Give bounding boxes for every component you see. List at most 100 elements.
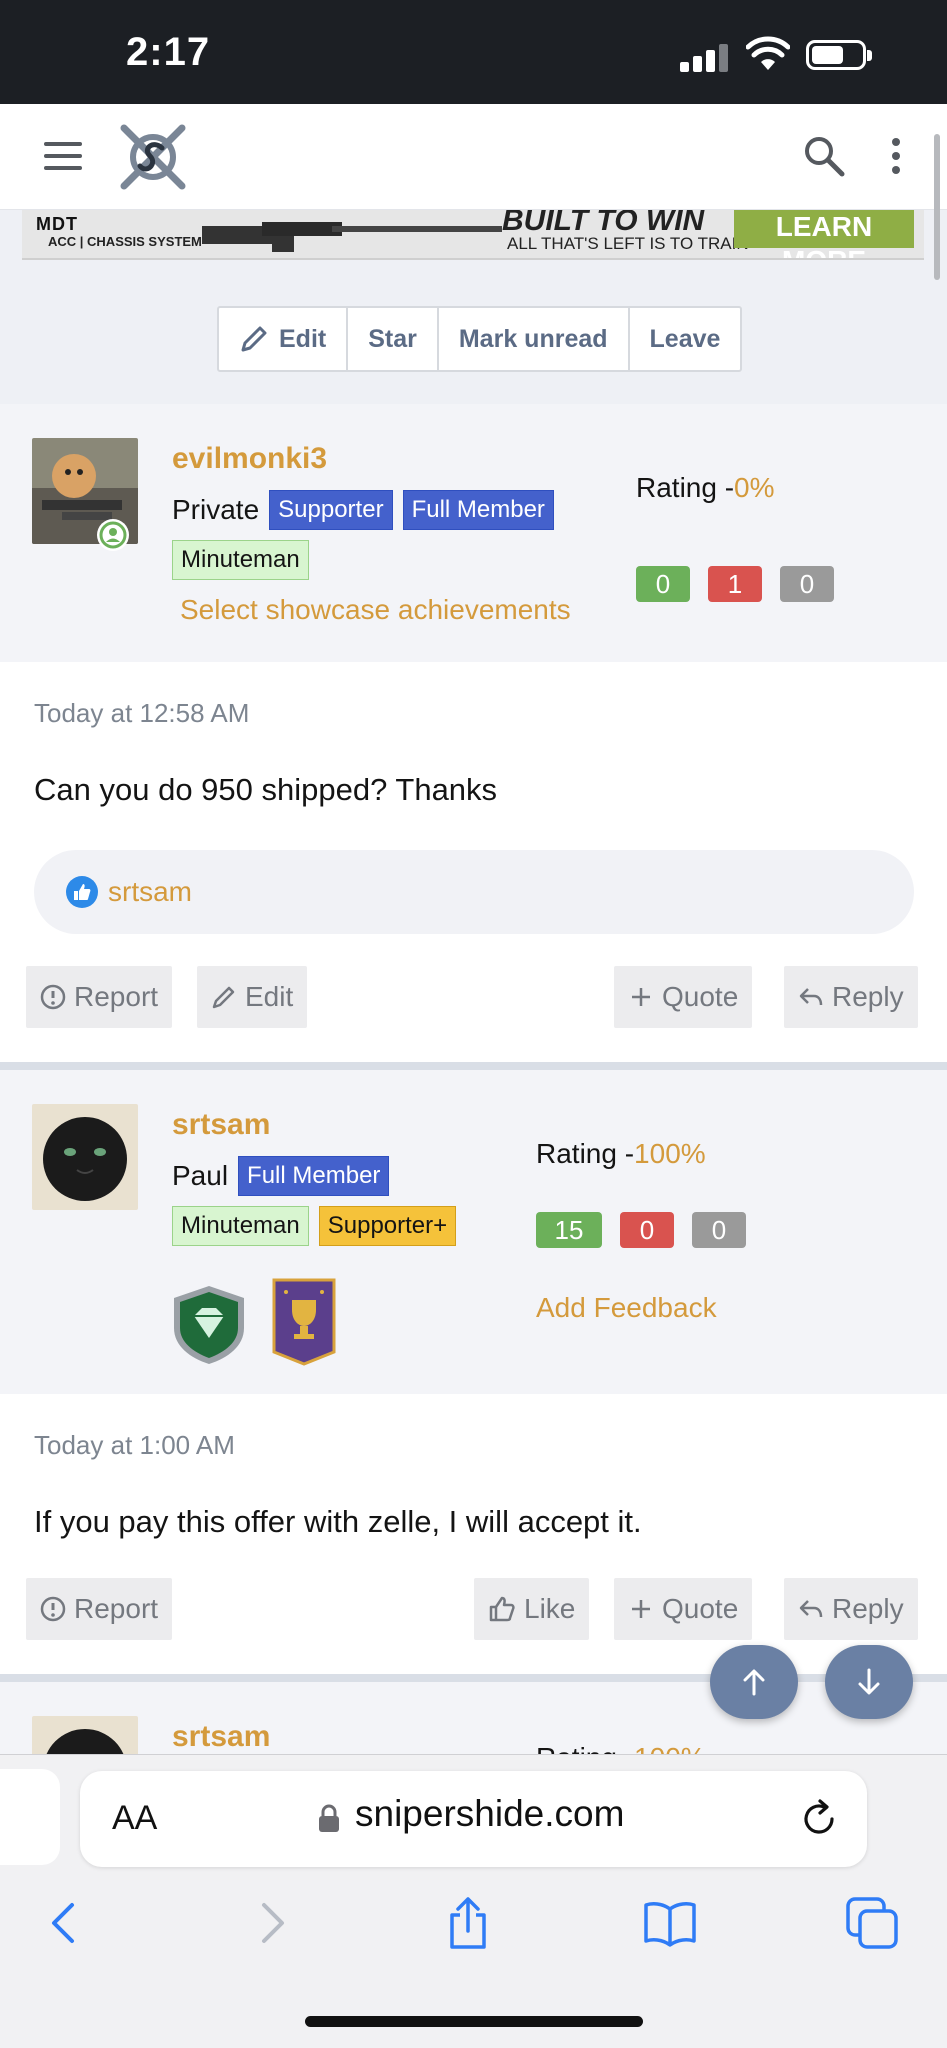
reply-button[interactable]: Reply — [784, 966, 918, 1028]
url-domain: snipershide.com — [355, 1793, 625, 1834]
post-1-user-block: evilmonki3 Private Supporter Full Member… — [0, 404, 947, 662]
battery-icon — [806, 40, 872, 70]
report-button[interactable]: Report — [26, 1578, 173, 1640]
ad-subtitle: ACC | CHASSIS SYSTEM — [48, 234, 202, 249]
reply-label: Reply — [832, 981, 904, 1012]
reply-label: Reply — [832, 1593, 904, 1624]
post-author-name[interactable]: srtsam — [172, 1108, 270, 1142]
post-message: Can you do 950 shipped? Thanks — [34, 772, 498, 807]
star-button[interactable]: Star — [348, 308, 439, 370]
address-bar[interactable]: AA snipershide.com — [80, 1771, 867, 1867]
diamond-trophy-icon[interactable] — [170, 1284, 248, 1366]
status-bar: 2:17 — [0, 0, 947, 104]
quote-button[interactable]: Quote — [614, 966, 753, 1028]
post-divider — [0, 1674, 947, 1682]
add-feedback-link[interactable]: Add Feedback — [536, 1292, 717, 1324]
text-size-button[interactable]: AA — [112, 1799, 157, 1838]
search-icon[interactable] — [802, 134, 846, 178]
showcase-achievements-link[interactable]: Select showcase achievements — [180, 594, 571, 626]
reload-icon[interactable] — [798, 1797, 840, 1839]
scroll-to-top-button[interactable] — [710, 1645, 798, 1719]
reaction-user[interactable]: srtsam — [108, 876, 192, 908]
lock-icon — [319, 1804, 339, 1832]
hamburger-icon[interactable] — [44, 142, 84, 172]
rating-label: Rating - — [536, 1742, 634, 1754]
post-3-user-block: srtsam Rating -100% — [0, 1682, 947, 1754]
user-title-row: Paul Full Member — [172, 1156, 390, 1196]
mark-unread-button[interactable]: Mark unread — [439, 308, 630, 370]
ad-brand: MDT — [36, 214, 78, 234]
thumbs-up-icon — [489, 1596, 515, 1622]
plus-icon — [632, 1600, 650, 1618]
plus-icon — [632, 988, 650, 1006]
rifle-image — [202, 222, 502, 252]
forward-icon[interactable] — [244, 1895, 300, 1951]
post-author-name[interactable]: evilmonki3 — [172, 442, 327, 476]
reply-icon — [799, 1600, 823, 1618]
home-indicator[interactable] — [305, 2016, 643, 2027]
user-title-row: Private Supporter Full Member — [172, 490, 554, 530]
edit-post-button[interactable]: Edit — [197, 966, 308, 1028]
page-scrollbar[interactable] — [934, 134, 940, 280]
neutral-count[interactable]: 0 — [780, 566, 834, 602]
reply-button[interactable]: Reply — [784, 1578, 918, 1640]
neutral-count[interactable]: 0 — [692, 1212, 746, 1248]
user-title: Paul — [172, 1160, 229, 1191]
pencil-icon — [212, 986, 235, 1009]
badge-full-member: Full Member — [238, 1156, 390, 1196]
scroll-to-bottom-button[interactable] — [825, 1645, 913, 1719]
ad-cta-button[interactable]: LEARN MORE — [734, 210, 914, 258]
report-button[interactable]: Report — [26, 966, 173, 1028]
more-icon[interactable] — [888, 138, 904, 178]
arrow-down-icon — [858, 1668, 880, 1695]
cellular-signal-icon — [680, 44, 732, 72]
user-title: Private — [172, 494, 260, 525]
edit-thread-label: Edit — [279, 324, 327, 353]
post-2-user-block: srtsam Paul Full Member Minuteman Suppor… — [0, 1070, 947, 1394]
reactions-bar[interactable]: srtsam — [34, 850, 914, 934]
positive-count[interactable]: 15 — [536, 1212, 602, 1248]
rating-percent: 100% — [634, 1138, 706, 1169]
previous-tab-preview[interactable] — [0, 1769, 60, 1865]
edit-thread-button[interactable]: Edit — [219, 308, 349, 370]
cup-trophy-icon[interactable] — [270, 1278, 338, 1366]
post-message: If you pay this offer with zelle, I will… — [34, 1504, 642, 1539]
report-label: Report — [74, 1593, 159, 1624]
badge-full-member: Full Member — [402, 490, 554, 530]
user-rating: Rating -100% — [536, 1742, 706, 1754]
avatar[interactable] — [32, 1104, 138, 1210]
bookmarks-icon[interactable] — [642, 1895, 698, 1951]
negative-count[interactable]: 1 — [708, 566, 762, 602]
tabs-icon[interactable] — [844, 1895, 900, 1951]
badge-minuteman: Minuteman — [172, 1206, 309, 1246]
rating-percent: 100% — [634, 1742, 706, 1754]
negative-count[interactable]: 0 — [620, 1212, 674, 1248]
thread-action-bar: Edit Star Mark unread Leave — [217, 306, 743, 372]
user-badge-row: Minuteman — [172, 540, 309, 580]
post-author-name[interactable]: srtsam — [172, 1720, 270, 1754]
online-status-icon — [97, 519, 129, 551]
user-rating: Rating -100% — [536, 1138, 706, 1170]
wifi-icon — [746, 36, 790, 70]
like-button[interactable]: Like — [474, 1578, 590, 1640]
post-divider — [0, 1062, 947, 1070]
alert-icon — [40, 984, 66, 1010]
back-icon[interactable] — [36, 1895, 92, 1951]
post-date[interactable]: Today at 1:00 AM — [34, 1430, 235, 1461]
quote-label: Quote — [662, 981, 739, 1012]
ad-tagline: ALL THAT'S LEFT IS TO TRAIN — [507, 234, 749, 253]
leave-button[interactable]: Leave — [630, 308, 741, 370]
post-date[interactable]: Today at 12:58 AM — [34, 698, 249, 729]
share-icon[interactable] — [440, 1895, 496, 1951]
post-2-body: Today at 1:00 AM If you pay this offer w… — [0, 1394, 947, 1674]
positive-count[interactable]: 0 — [636, 566, 690, 602]
quote-button[interactable]: Quote — [614, 1578, 753, 1640]
ad-banner[interactable]: MDT ACC | CHASSIS SYSTEM BUILT TO WIN AL… — [22, 210, 924, 260]
browser-toolbar: AA snipershide.com — [0, 1754, 947, 2048]
like-label: Like — [524, 1593, 576, 1624]
app-header — [0, 104, 947, 210]
site-logo[interactable] — [116, 120, 190, 194]
avatar[interactable] — [32, 1716, 138, 1754]
badge-supporter-plus: Supporter+ — [318, 1206, 457, 1246]
feedback-counts: 15 0 0 — [536, 1212, 746, 1248]
